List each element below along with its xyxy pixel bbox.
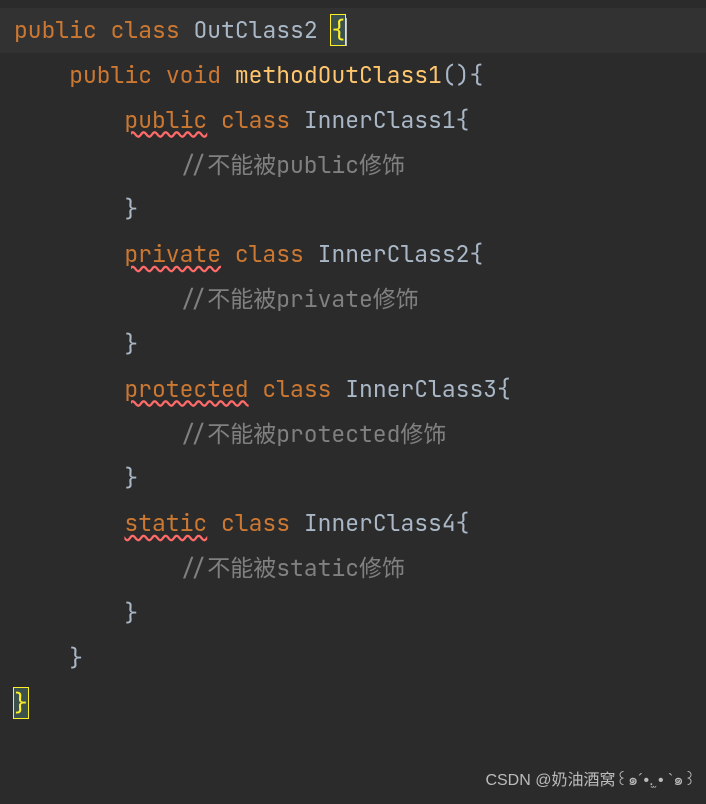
class-name: InnerClass4{ [304,508,470,538]
text-caret [346,18,347,46]
brace-close: } [124,463,138,493]
brace-close: } [124,598,138,628]
comment-text: //不能被public修饰 [180,150,405,180]
keyword-class: class [111,15,180,45]
code-editor[interactable]: public class OutClass2 { public void met… [0,0,706,726]
keyword-class: class [221,105,290,135]
code-line[interactable]: static class InnerClass4{ [14,501,706,546]
brace-close: } [124,329,138,359]
class-name: InnerClass2{ [318,239,484,269]
parens-brace: (){ [442,60,483,90]
brace-close-highlighted: } [14,688,28,718]
code-line[interactable]: } [14,322,706,367]
comment-text: //不能被protected修饰 [180,419,447,449]
code-line[interactable]: } [14,187,706,232]
code-line[interactable]: } [14,591,706,636]
code-line[interactable]: protected class InnerClass3{ [14,367,706,412]
keyword-public: public [69,60,152,90]
code-line[interactable]: public class InnerClass1{ [14,98,706,143]
brace-close: } [124,194,138,224]
keyword-void: void [166,60,221,90]
code-line[interactable]: } [14,636,706,681]
code-line[interactable]: } [14,456,706,501]
comment-text: //不能被static修饰 [180,553,405,583]
code-line[interactable]: //不能被private修饰 [14,277,706,322]
class-name: InnerClass3{ [345,374,511,404]
code-line[interactable]: } [14,681,706,726]
code-line[interactable]: public void methodOutClass1(){ [14,53,706,98]
keyword-class: class [221,508,290,538]
brace-open-highlighted: { [331,15,345,45]
watermark-text: CSDN @奶油酒窝꒰๑´•.̫ • `๑꒱ [485,765,696,796]
keyword-public-error: public [124,105,207,135]
class-name: InnerClass1{ [304,105,470,135]
keyword-public: public [14,15,97,45]
code-line[interactable]: //不能被public修饰 [14,143,706,188]
code-line[interactable]: //不能被protected修饰 [14,412,706,457]
code-line[interactable]: //不能被static修饰 [14,546,706,591]
comment-text: //不能被private修饰 [180,284,419,314]
class-name: OutClass2 [193,15,317,45]
keyword-class: class [262,374,331,404]
keyword-static-error: static [124,508,207,538]
code-line[interactable]: public class OutClass2 { [14,8,706,53]
brace-close: } [69,643,83,673]
keyword-protected-error: protected [124,374,248,404]
keyword-class: class [235,239,304,269]
code-line[interactable]: private class InnerClass2{ [14,232,706,277]
keyword-private-error: private [124,239,221,269]
method-name: methodOutClass1 [235,60,442,90]
